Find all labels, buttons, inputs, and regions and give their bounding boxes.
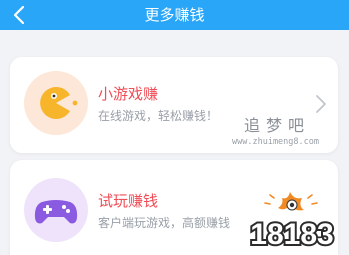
logo-18183: 18183 xyxy=(248,192,336,252)
page-title: 更多赚钱 xyxy=(144,6,205,24)
gamepad-icon xyxy=(34,200,78,224)
card-subtitle: 在线游戏，轻松赚钱！ xyxy=(98,109,219,123)
pacman-icon-badge xyxy=(24,71,88,135)
gamepad-icon-badge xyxy=(24,178,88,242)
watermark-url: www.zhuimeng8.com xyxy=(232,137,319,147)
card-title: 试玩赚钱 xyxy=(98,192,159,210)
pacman-icon xyxy=(40,86,78,119)
svg-text:18183: 18183 xyxy=(250,218,333,251)
card-title: 小游戏赚 xyxy=(98,85,159,103)
card-subtitle: 客户端玩游戏，高额赚钱 xyxy=(98,216,231,230)
flame-eye-icon xyxy=(264,192,318,211)
chevron-right-icon[interactable] xyxy=(314,93,328,115)
watermark-site-name: 追梦吧 xyxy=(244,116,311,135)
top-bar: 更多赚钱 xyxy=(0,0,349,30)
